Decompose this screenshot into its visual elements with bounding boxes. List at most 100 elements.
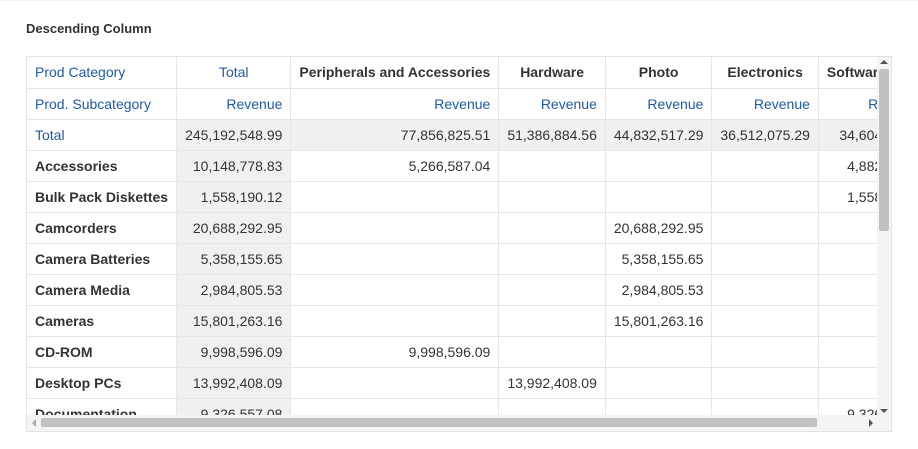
value-cell[interactable]: [711, 212, 819, 244]
value-cell[interactable]: 44,832,517.29: [605, 119, 713, 151]
value-cell[interactable]: [498, 150, 606, 182]
header-row-measure: Prod. Subcategory Revenue Revenue Revenu…: [27, 88, 878, 120]
value-cell[interactable]: 1,558,: [818, 181, 878, 213]
value-cell[interactable]: 5,266,587.04: [290, 150, 500, 182]
value-cell[interactable]: [290, 305, 500, 337]
value-cell[interactable]: [711, 181, 819, 213]
value-cell[interactable]: 36,512,075.29: [711, 119, 819, 151]
value-cell[interactable]: 13,992,408.09: [498, 367, 606, 399]
value-cell[interactable]: [818, 367, 878, 399]
scroll-left-icon[interactable]: [32, 419, 36, 427]
scroll-right-icon[interactable]: [869, 419, 873, 427]
scroll-up-icon[interactable]: [880, 60, 888, 64]
row-label[interactable]: Camera Media: [27, 274, 178, 306]
value-cell[interactable]: [290, 367, 500, 399]
column-header-software[interactable]: Software: [818, 57, 878, 89]
value-cell[interactable]: 77,856,825.51: [290, 119, 500, 151]
value-cell[interactable]: [498, 305, 606, 337]
value-cell[interactable]: [498, 243, 606, 275]
value-cell[interactable]: 4,882,: [818, 150, 878, 182]
row-total-cell[interactable]: 2,984,805.53: [176, 274, 292, 306]
column-header-photo[interactable]: Photo: [605, 57, 713, 89]
column-header-peripherals[interactable]: Peripherals and Accessories: [290, 57, 500, 89]
row-label[interactable]: Cameras: [27, 305, 178, 337]
column-header-electronics[interactable]: Electronics: [711, 57, 819, 89]
value-cell[interactable]: 34,604,: [818, 119, 878, 151]
value-cell[interactable]: [498, 181, 606, 213]
value-cell[interactable]: [290, 274, 500, 306]
value-cell[interactable]: [290, 181, 500, 213]
row-total-cell[interactable]: 9,998,596.09: [176, 336, 292, 368]
row-total-cell[interactable]: 15,801,263.16: [176, 305, 292, 337]
value-cell[interactable]: [818, 243, 878, 275]
value-cell[interactable]: 2,984,805.53: [605, 274, 713, 306]
value-cell[interactable]: 9,998,596.09: [290, 336, 500, 368]
value-cell[interactable]: [711, 150, 819, 182]
value-cell[interactable]: 5,358,155.65: [605, 243, 713, 275]
value-cell[interactable]: 20,688,292.95: [605, 212, 713, 244]
scroll-down-icon[interactable]: [880, 409, 888, 413]
value-cell[interactable]: [711, 243, 819, 275]
row-total-cell[interactable]: 245,192,548.99: [176, 119, 292, 151]
row-total-cell[interactable]: 1,558,190.12: [176, 181, 292, 213]
horizontal-scroll-thumb[interactable]: [41, 418, 817, 427]
row-label[interactable]: Desktop PCs: [27, 367, 178, 399]
vertical-scrollbar[interactable]: [877, 57, 891, 417]
value-cell[interactable]: [711, 305, 819, 337]
table-row: Camera Batteries 5,358,155.65 5,358,155.65: [27, 243, 878, 275]
value-cell[interactable]: [498, 274, 606, 306]
measure-header-hardware[interactable]: Revenue: [498, 88, 606, 120]
panel-title: Descending Column: [26, 21, 152, 36]
value-cell[interactable]: 51,386,884.56: [498, 119, 606, 151]
value-cell[interactable]: 15,801,263.16: [605, 305, 713, 337]
row-total-cell[interactable]: 20,688,292.95: [176, 212, 292, 244]
measure-header-software[interactable]: Re: [818, 88, 878, 120]
value-cell[interactable]: [605, 150, 713, 182]
vertical-scroll-thumb[interactable]: [879, 69, 889, 231]
row-label[interactable]: Camcorders: [27, 212, 178, 244]
total-measure-header[interactable]: Revenue: [176, 88, 292, 120]
measure-header-photo[interactable]: Revenue: [605, 88, 713, 120]
row-total-cell[interactable]: 5,358,155.65: [176, 243, 292, 275]
value-cell[interactable]: [711, 274, 819, 306]
top-divider: [0, 0, 918, 1]
row-label[interactable]: Accessories: [27, 150, 178, 182]
column-header-hardware[interactable]: Hardware: [498, 57, 606, 89]
row-dim-header[interactable]: Prod Category: [27, 57, 178, 89]
value-cell[interactable]: [605, 336, 713, 368]
table-row: Camcorders 20,688,292.95 20,688,292.95: [27, 212, 878, 244]
table-row: Desktop PCs 13,992,408.09 13,992,408.09: [27, 367, 878, 399]
value-cell[interactable]: [605, 367, 713, 399]
value-cell[interactable]: [818, 336, 878, 368]
table-row: Cameras 15,801,263.16 15,801,263.16: [27, 305, 878, 337]
value-cell[interactable]: [818, 305, 878, 337]
header-row-category: Prod Category Total Peripherals and Acce…: [27, 57, 878, 89]
value-cell[interactable]: [605, 181, 713, 213]
row-label[interactable]: CD-ROM: [27, 336, 178, 368]
value-cell[interactable]: [711, 367, 819, 399]
value-cell[interactable]: [498, 336, 606, 368]
row-subdim-header[interactable]: Prod. Subcategory: [27, 88, 178, 120]
grand-total-row: Total 245,192,548.99 77,856,825.51 51,386,8…: [27, 119, 878, 151]
measure-header-electronics[interactable]: Revenue: [711, 88, 819, 120]
value-cell[interactable]: [818, 274, 878, 306]
table-row: Camera Media 2,984,805.53 2,984,805.53: [27, 274, 878, 306]
pivot-grid-viewport: Prod Category Total Peripherals and Acce…: [27, 57, 878, 417]
value-cell[interactable]: [290, 212, 500, 244]
value-cell[interactable]: [818, 212, 878, 244]
table-row: Bulk Pack Diskettes1,558,190.12 1,558,: [27, 181, 878, 213]
table-row: CD-ROM 9,998,596.09 9,998,596.09: [27, 336, 878, 368]
pivot-table: Prod Category Total Peripherals and Acce…: [27, 57, 878, 417]
value-cell[interactable]: [711, 336, 819, 368]
row-total-cell[interactable]: 13,992,408.09: [176, 367, 292, 399]
row-label[interactable]: Bulk Pack Diskettes: [27, 181, 178, 213]
pivot-grid: Prod Category Total Peripherals and Acce…: [26, 56, 892, 432]
row-label[interactable]: Camera Batteries: [27, 243, 178, 275]
total-column-header[interactable]: Total: [176, 57, 292, 89]
row-label[interactable]: Total: [27, 119, 178, 151]
row-total-cell[interactable]: 10,148,778.83: [176, 150, 292, 182]
value-cell[interactable]: [498, 212, 606, 244]
measure-header-peripherals[interactable]: Revenue: [290, 88, 500, 120]
value-cell[interactable]: [290, 243, 500, 275]
horizontal-scrollbar[interactable]: [27, 415, 891, 431]
